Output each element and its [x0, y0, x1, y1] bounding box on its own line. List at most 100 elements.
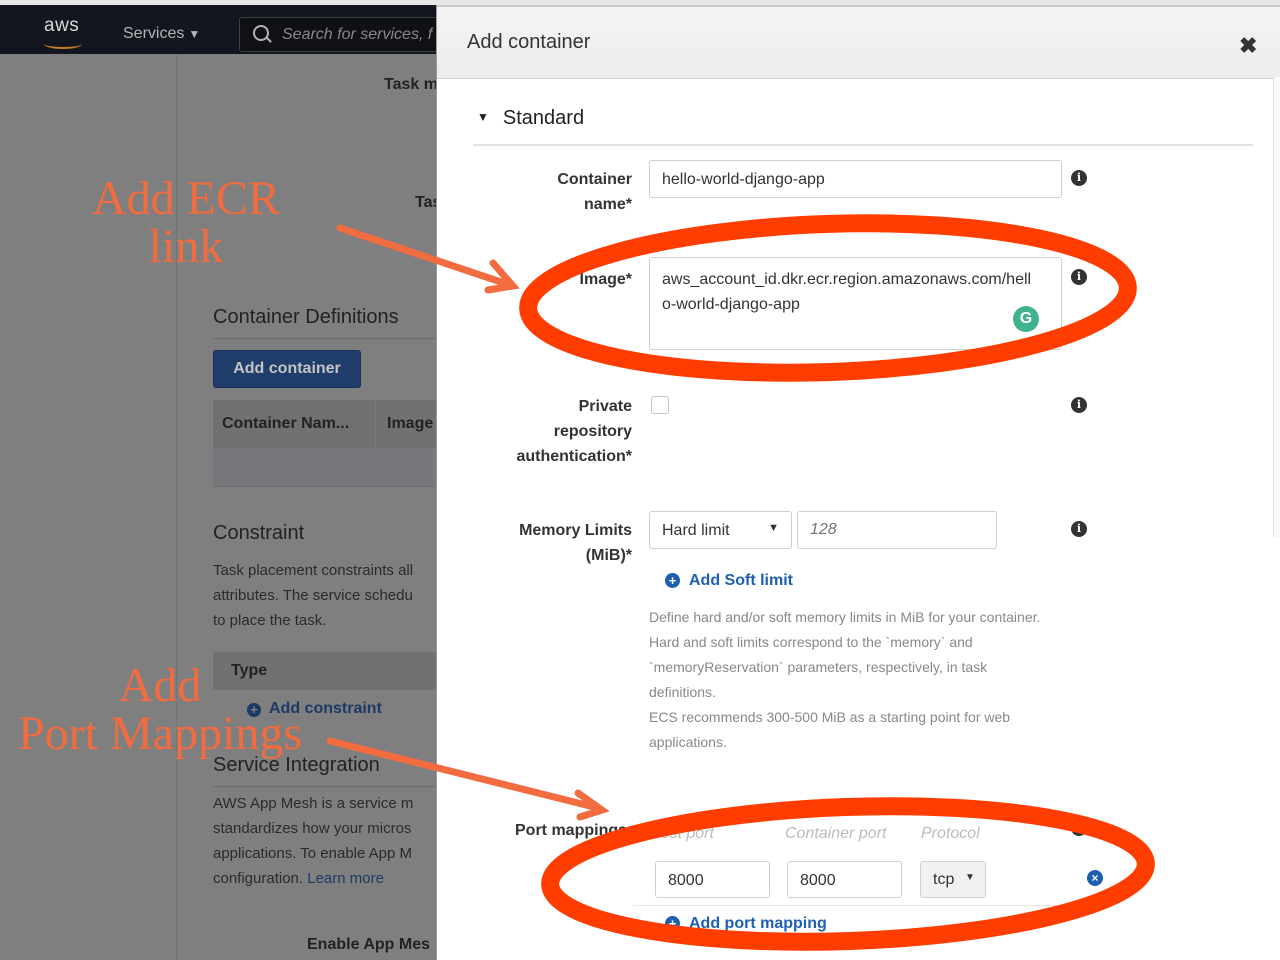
- caret-down-icon: ▼: [477, 110, 489, 124]
- column-divider: [375, 400, 376, 448]
- aws-logo-smile-icon: [44, 39, 82, 49]
- text-line: configuration. Learn more: [213, 866, 413, 891]
- constraint-heading: Constraint: [213, 522, 305, 544]
- host-port-header: Host port: [649, 825, 714, 842]
- standard-section-toggle[interactable]: ▼ Standard: [477, 107, 584, 130]
- text-line: Define hard and/or soft memory limits in…: [649, 609, 1041, 625]
- modal-header: Add container ✖: [437, 5, 1280, 79]
- text-line: standardizes how your micros: [213, 820, 412, 837]
- host-port-value: 8000: [668, 872, 704, 889]
- enable-app-mesh-label: Enable App Mes: [307, 936, 430, 953]
- section-label: Standard: [502, 107, 585, 129]
- info-icon[interactable]: i: [1071, 521, 1087, 537]
- label-line: (MiB)*: [585, 547, 632, 564]
- text-line: Task placement constraints all: [213, 562, 414, 579]
- memory-limits-label: Memory Limits (MiB)*: [472, 518, 632, 568]
- add-container-button[interactable]: Add container: [213, 350, 361, 388]
- label-line: Private: [578, 398, 632, 415]
- annotation-add-ecr-link: Add ECR link: [88, 175, 284, 271]
- remove-port-mapping-icon[interactable]: ×: [1087, 870, 1103, 886]
- memory-help-text: Define hard and/or soft memory limits in…: [649, 605, 1069, 755]
- text-line: `memoryReservation` parameters, respecti…: [649, 659, 988, 675]
- constraint-description: Task placement constraints all attribute…: [213, 558, 413, 633]
- info-icon[interactable]: i: [1071, 820, 1087, 836]
- task-label: Tas: [415, 194, 437, 211]
- container-port-value: 8000: [800, 872, 836, 889]
- text-line: aws_account_id.dkr.ecr.region.amazonaws.…: [662, 271, 1032, 288]
- container-name-value: hello-world-django-app: [662, 171, 825, 188]
- container-table-header: Container Nam... Image: [213, 400, 437, 448]
- container-definitions-heading: Container Definitions: [213, 306, 399, 328]
- column-header-container-name[interactable]: Container Nam...: [222, 415, 349, 433]
- service-integration-description: AWS App Mesh is a service m standardizes…: [213, 791, 413, 891]
- close-icon[interactable]: ✖: [1239, 33, 1257, 59]
- info-icon[interactable]: i: [1071, 170, 1087, 186]
- modal-scrollbar[interactable]: [1273, 77, 1280, 537]
- services-label: Services: [123, 25, 185, 42]
- text-line: ECS recommends 300-500 MiB as a starting…: [649, 709, 1011, 725]
- protocol-select[interactable]: tcp ▼: [920, 861, 986, 898]
- add-port-mapping-link[interactable]: + Add port mapping: [665, 915, 827, 933]
- text-line: AWS App Mesh is a service m: [213, 795, 414, 812]
- annotation-line: Port Mappings: [17, 707, 302, 760]
- label-line: name*: [583, 196, 632, 213]
- divider: [633, 905, 1083, 906]
- add-container-modal: Add container ✖ ▼ Standard Container name…: [436, 5, 1280, 960]
- aws-logo[interactable]: aws: [44, 15, 79, 37]
- text-line: o-world-django-app: [662, 296, 800, 313]
- private-repo-auth-checkbox[interactable]: [651, 396, 669, 414]
- protocol-header: Protocol: [921, 825, 980, 842]
- text-line: attributes. The service schedu: [213, 587, 413, 604]
- selected-value: tcp: [933, 871, 955, 888]
- annotation-line: Add: [118, 659, 202, 712]
- label-line: repository: [553, 423, 632, 440]
- text-line: applications.: [649, 734, 727, 750]
- services-menu[interactable]: Services ▼: [123, 25, 200, 43]
- text: configuration.: [213, 870, 308, 887]
- text-line: to place the task.: [213, 612, 327, 629]
- annotation-add-port-mappings: Add Port Mappings: [10, 662, 310, 758]
- memory-limit-type-select[interactable]: Hard limit ▼: [649, 511, 792, 549]
- text-line: Hard and soft limits correspond to the `…: [649, 634, 973, 650]
- label-line: authentication*: [516, 448, 632, 465]
- annotation-line: link: [148, 220, 224, 273]
- plus-circle-icon: +: [665, 916, 680, 931]
- plus-circle-icon: +: [665, 573, 680, 588]
- section-divider: [473, 144, 1253, 146]
- image-textarea[interactable]: aws_account_id.dkr.ecr.region.amazonaws.…: [649, 257, 1062, 350]
- selected-value: Hard limit: [662, 522, 730, 539]
- add-soft-limit-label: Add Soft limit: [689, 572, 793, 589]
- divider: [213, 786, 437, 787]
- container-name-label: Container name*: [472, 167, 632, 217]
- modal-title: Add container: [467, 31, 591, 53]
- grammarly-icon[interactable]: G: [1013, 306, 1039, 332]
- info-icon[interactable]: i: [1071, 269, 1087, 285]
- label-line: Container: [557, 171, 632, 188]
- services-search-input[interactable]: Search for services, f: [239, 17, 461, 52]
- container-name-input[interactable]: hello-world-django-app: [649, 160, 1062, 198]
- caret-down-icon: ▼: [768, 522, 779, 534]
- learn-more-link[interactable]: Learn more: [307, 870, 384, 887]
- search-placeholder: Search for services, f: [282, 26, 433, 43]
- caret-down-icon: ▼: [188, 27, 201, 41]
- text-line: definitions.: [649, 684, 716, 700]
- label-line: Memory Limits: [519, 522, 632, 539]
- private-repo-auth-label: Private repository authentication*: [472, 394, 632, 469]
- annotation-line: Add ECR: [91, 172, 280, 225]
- image-value: aws_account_id.dkr.ecr.region.amazonaws.…: [662, 267, 1031, 317]
- column-header-image[interactable]: Image: [387, 415, 433, 433]
- container-port-input[interactable]: 8000: [787, 861, 902, 898]
- search-icon: [253, 25, 269, 41]
- container-port-header: Container port: [785, 825, 887, 842]
- task-memory-label: Task m: [384, 76, 437, 93]
- text-line: applications. To enable App M: [213, 845, 413, 862]
- add-port-mapping-label: Add port mapping: [689, 915, 827, 932]
- host-port-input[interactable]: 8000: [655, 861, 770, 898]
- table-empty-row: [213, 448, 437, 487]
- info-icon[interactable]: i: [1071, 397, 1087, 413]
- divider: [213, 338, 437, 339]
- caret-down-icon: ▼: [965, 872, 975, 883]
- add-soft-limit-link[interactable]: + Add Soft limit: [665, 572, 793, 590]
- hard-limit-input[interactable]: [797, 511, 997, 549]
- image-label: Image*: [579, 271, 632, 288]
